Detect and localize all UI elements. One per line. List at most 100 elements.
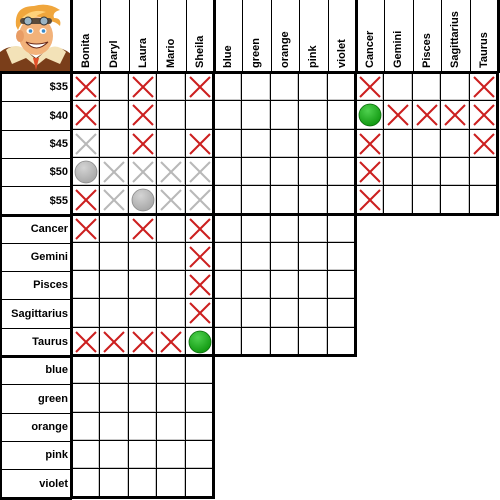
grid-cell-taurus-pink[interactable]: [299, 328, 328, 356]
grid-cell-taurus-orange[interactable]: [271, 328, 299, 356]
grid-cell-sagittarius-laura[interactable]: [129, 299, 157, 328]
grid-cell-35-taurus[interactable]: [470, 73, 498, 101]
grid-cell-40-pisces[interactable]: [413, 101, 441, 130]
grid-cell-cancer-bonita[interactable]: [72, 215, 100, 243]
grid-cell-50-sheila[interactable]: [186, 158, 214, 186]
grid-cell-35-sheila[interactable]: [186, 73, 214, 101]
grid-cell-taurus-blue[interactable]: [214, 328, 242, 356]
grid-cell-35-laura[interactable]: [129, 73, 157, 101]
grid-cell-blue-laura[interactable]: [129, 356, 157, 384]
grid-cell-green-bonita[interactable]: [72, 384, 100, 413]
grid-cell-sagittarius-blue[interactable]: [214, 299, 242, 328]
grid-cell-pisces-violet[interactable]: [328, 271, 356, 299]
grid-cell-40-bonita[interactable]: [72, 101, 100, 130]
grid-cell-sagittarius-sheila[interactable]: [186, 299, 214, 328]
grid-cell-50-taurus[interactable]: [470, 158, 498, 186]
grid-cell-pisces-pink[interactable]: [299, 271, 328, 299]
grid-cell-pisces-bonita[interactable]: [72, 271, 100, 299]
grid-cell-40-sagittarius[interactable]: [441, 101, 470, 130]
grid-cell-40-pink[interactable]: [299, 101, 328, 130]
grid-cell-sagittarius-violet[interactable]: [328, 299, 356, 328]
grid-cell-40-laura[interactable]: [129, 101, 157, 130]
grid-cell-green-mario[interactable]: [157, 384, 186, 413]
grid-cell-55-orange[interactable]: [271, 186, 299, 215]
grid-cell-gemini-bonita[interactable]: [72, 243, 100, 271]
grid-cell-taurus-bonita[interactable]: [72, 328, 100, 356]
grid-cell-55-daryl[interactable]: [100, 186, 129, 215]
grid-cell-gemini-laura[interactable]: [129, 243, 157, 271]
grid-cell-35-violet[interactable]: [328, 73, 356, 101]
grid-cell-orange-daryl[interactable]: [100, 413, 129, 441]
grid-cell-pink-laura[interactable]: [129, 441, 157, 469]
grid-cell-orange-mario[interactable]: [157, 413, 186, 441]
grid-cell-pisces-green[interactable]: [242, 271, 271, 299]
grid-cell-45-violet[interactable]: [328, 130, 356, 158]
grid-cell-50-laura[interactable]: [129, 158, 157, 186]
grid-cell-35-sagittarius[interactable]: [441, 73, 470, 101]
grid-cell-35-bonita[interactable]: [72, 73, 100, 101]
grid-cell-45-mario[interactable]: [157, 130, 186, 158]
grid-cell-cancer-daryl[interactable]: [100, 215, 129, 243]
grid-cell-taurus-violet[interactable]: [328, 328, 356, 356]
grid-cell-40-taurus[interactable]: [470, 101, 498, 130]
grid-cell-green-sheila[interactable]: [186, 384, 214, 413]
grid-cell-55-bonita[interactable]: [72, 186, 100, 215]
grid-cell-50-green[interactable]: [242, 158, 271, 186]
grid-cell-50-violet[interactable]: [328, 158, 356, 186]
grid-cell-50-pink[interactable]: [299, 158, 328, 186]
grid-cell-50-blue[interactable]: [214, 158, 242, 186]
grid-cell-taurus-laura[interactable]: [129, 328, 157, 356]
grid-cell-sagittarius-mario[interactable]: [157, 299, 186, 328]
grid-cell-35-mario[interactable]: [157, 73, 186, 101]
grid-cell-pink-mario[interactable]: [157, 441, 186, 469]
grid-cell-55-blue[interactable]: [214, 186, 242, 215]
grid-cell-45-sheila[interactable]: [186, 130, 214, 158]
grid-cell-blue-daryl[interactable]: [100, 356, 129, 384]
grid-cell-pisces-blue[interactable]: [214, 271, 242, 299]
grid-cell-pisces-sheila[interactable]: [186, 271, 214, 299]
grid-cell-orange-sheila[interactable]: [186, 413, 214, 441]
grid-cell-35-pisces[interactable]: [413, 73, 441, 101]
grid-cell-gemini-sheila[interactable]: [186, 243, 214, 271]
grid-cell-45-gemini[interactable]: [384, 130, 413, 158]
grid-cell-55-pink[interactable]: [299, 186, 328, 215]
grid-cell-cancer-blue[interactable]: [214, 215, 242, 243]
grid-cell-gemini-blue[interactable]: [214, 243, 242, 271]
grid-cell-50-bonita[interactable]: [72, 158, 100, 186]
grid-cell-green-laura[interactable]: [129, 384, 157, 413]
grid-cell-taurus-daryl[interactable]: [100, 328, 129, 356]
grid-cell-cancer-orange[interactable]: [271, 215, 299, 243]
grid-cell-cancer-pink[interactable]: [299, 215, 328, 243]
grid-cell-50-cancer[interactable]: [356, 158, 384, 186]
grid-cell-taurus-mario[interactable]: [157, 328, 186, 356]
grid-cell-40-daryl[interactable]: [100, 101, 129, 130]
grid-cell-sagittarius-pink[interactable]: [299, 299, 328, 328]
grid-cell-55-laura[interactable]: [129, 186, 157, 215]
grid-cell-55-cancer[interactable]: [356, 186, 384, 215]
grid-cell-55-pisces[interactable]: [413, 186, 441, 215]
grid-cell-gemini-daryl[interactable]: [100, 243, 129, 271]
grid-cell-blue-mario[interactable]: [157, 356, 186, 384]
grid-cell-50-mario[interactable]: [157, 158, 186, 186]
grid-cell-55-green[interactable]: [242, 186, 271, 215]
grid-cell-cancer-violet[interactable]: [328, 215, 356, 243]
grid-cell-40-sheila[interactable]: [186, 101, 214, 130]
grid-cell-55-gemini[interactable]: [384, 186, 413, 215]
grid-cell-taurus-sheila[interactable]: [186, 328, 214, 356]
grid-cell-40-cancer[interactable]: [356, 101, 384, 130]
grid-cell-cancer-mario[interactable]: [157, 215, 186, 243]
grid-cell-cancer-sheila[interactable]: [186, 215, 214, 243]
grid-cell-pisces-laura[interactable]: [129, 271, 157, 299]
grid-cell-violet-bonita[interactable]: [72, 469, 100, 498]
grid-cell-45-pisces[interactable]: [413, 130, 441, 158]
grid-cell-sagittarius-daryl[interactable]: [100, 299, 129, 328]
grid-cell-pisces-daryl[interactable]: [100, 271, 129, 299]
grid-cell-blue-bonita[interactable]: [72, 356, 100, 384]
grid-cell-55-violet[interactable]: [328, 186, 356, 215]
grid-cell-40-gemini[interactable]: [384, 101, 413, 130]
grid-cell-green-daryl[interactable]: [100, 384, 129, 413]
grid-cell-45-laura[interactable]: [129, 130, 157, 158]
grid-cell-45-blue[interactable]: [214, 130, 242, 158]
grid-cell-50-orange[interactable]: [271, 158, 299, 186]
grid-cell-45-pink[interactable]: [299, 130, 328, 158]
